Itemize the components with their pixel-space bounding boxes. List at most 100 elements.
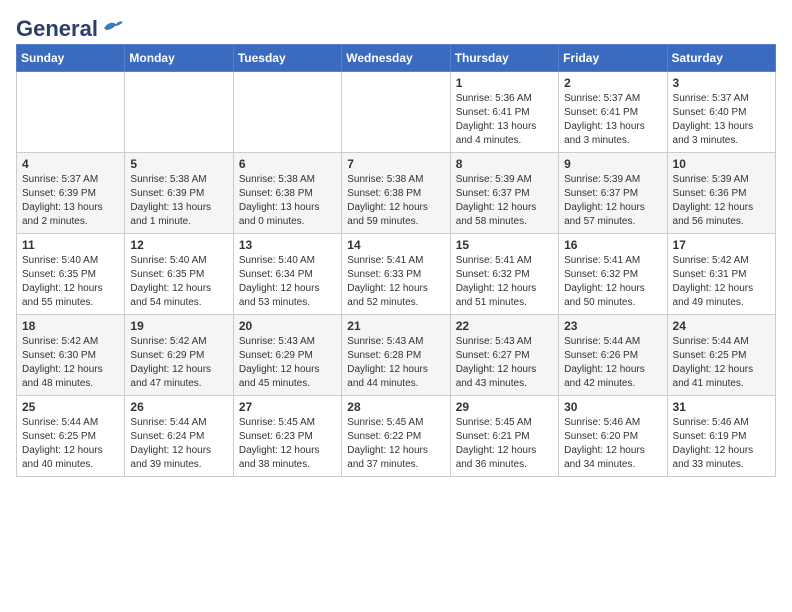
calendar-cell: 3 Sunrise: 5:37 AM Sunset: 6:40 PM Daylig… — [667, 72, 775, 153]
calendar-week-row: 18Sunrise: 5:42 AM Sunset: 6:30 PM Dayli… — [17, 315, 776, 396]
calendar-week-row: 1Sunrise: 5:36 AM Sunset: 6:41 PM Daylig… — [17, 72, 776, 153]
day-number: 12 — [130, 238, 227, 252]
calendar-cell — [17, 72, 125, 153]
calendar-cell: 21 Sunrise: 5:43 AM Sunset: 6:28 PM Dayli… — [342, 315, 450, 396]
day-info: Sunrise: 5:45 AM Sunset: 6:23 PM Dayligh… — [239, 416, 336, 472]
calendar-cell: 23 Sunrise: 5:44 AM Sunset: 6:26 PM Dayli… — [559, 315, 667, 396]
calendar-cell: 11Sunrise: 5:40 AM Sunset: 6:35 PM Dayli… — [17, 234, 125, 315]
calendar-week-row: 4 Sunrise: 5:37 AM Sunset: 6:39 PM Daylig… — [17, 153, 776, 234]
calendar-week-row: 11Sunrise: 5:40 AM Sunset: 6:35 PM Dayli… — [17, 234, 776, 315]
day-info: Sunrise: 5:46 AM Sunset: 6:20 PM Dayligh… — [564, 416, 661, 472]
day-number: 20 — [239, 319, 336, 333]
calendar-cell: 30 Sunrise: 5:46 AM Sunset: 6:20 PM Dayli… — [559, 396, 667, 477]
calendar-cell — [342, 72, 450, 153]
day-info: Sunrise: 5:42 AM Sunset: 6:31 PM Dayligh… — [673, 254, 770, 310]
calendar-cell: 29 Sunrise: 5:45 AM Sunset: 6:21 PM Dayli… — [450, 396, 558, 477]
calendar-cell — [233, 72, 341, 153]
calendar-cell: 5 Sunrise: 5:38 AM Sunset: 6:39 PM Daylig… — [125, 153, 233, 234]
day-number: 5 — [130, 157, 227, 171]
day-number: 7 — [347, 157, 444, 171]
day-info: Sunrise: 5:39 AM Sunset: 6:37 PM Dayligh… — [456, 173, 553, 229]
day-number: 10 — [673, 157, 770, 171]
calendar-cell: 14 Sunrise: 5:41 AM Sunset: 6:33 PM Dayli… — [342, 234, 450, 315]
calendar-cell: 9 Sunrise: 5:39 AM Sunset: 6:37 PM Daylig… — [559, 153, 667, 234]
calendar-cell: 19 Sunrise: 5:42 AM Sunset: 6:29 PM Dayli… — [125, 315, 233, 396]
calendar-week-row: 25Sunrise: 5:44 AM Sunset: 6:25 PM Dayli… — [17, 396, 776, 477]
weekday-header-thursday: Thursday — [450, 45, 558, 72]
day-info: Sunrise: 5:38 AM Sunset: 6:39 PM Dayligh… — [130, 173, 227, 229]
calendar-cell: 31 Sunrise: 5:46 AM Sunset: 6:19 PM Dayli… — [667, 396, 775, 477]
day-number: 13 — [239, 238, 336, 252]
day-info: Sunrise: 5:40 AM Sunset: 6:35 PM Dayligh… — [130, 254, 227, 310]
day-number: 23 — [564, 319, 661, 333]
calendar-cell: 25Sunrise: 5:44 AM Sunset: 6:25 PM Dayli… — [17, 396, 125, 477]
calendar-cell: 18Sunrise: 5:42 AM Sunset: 6:30 PM Dayli… — [17, 315, 125, 396]
weekday-header-sunday: Sunday — [17, 45, 125, 72]
day-info: Sunrise: 5:43 AM Sunset: 6:28 PM Dayligh… — [347, 335, 444, 391]
day-info: Sunrise: 5:36 AM Sunset: 6:41 PM Dayligh… — [456, 92, 553, 148]
day-number: 21 — [347, 319, 444, 333]
calendar-cell: 7 Sunrise: 5:38 AM Sunset: 6:38 PM Daylig… — [342, 153, 450, 234]
day-number: 22 — [456, 319, 553, 333]
day-number: 8 — [456, 157, 553, 171]
logo-bird-icon — [102, 18, 124, 36]
day-number: 6 — [239, 157, 336, 171]
day-number: 2 — [564, 76, 661, 90]
day-info: Sunrise: 5:43 AM Sunset: 6:29 PM Dayligh… — [239, 335, 336, 391]
calendar-cell: 27 Sunrise: 5:45 AM Sunset: 6:23 PM Dayli… — [233, 396, 341, 477]
day-info: Sunrise: 5:44 AM Sunset: 6:24 PM Dayligh… — [130, 416, 227, 472]
calendar-cell: 1Sunrise: 5:36 AM Sunset: 6:41 PM Daylig… — [450, 72, 558, 153]
day-number: 3 — [673, 76, 770, 90]
day-info: Sunrise: 5:37 AM Sunset: 6:40 PM Dayligh… — [673, 92, 770, 148]
day-number: 9 — [564, 157, 661, 171]
day-info: Sunrise: 5:37 AM Sunset: 6:39 PM Dayligh… — [22, 173, 119, 229]
day-number: 29 — [456, 400, 553, 414]
weekday-header-saturday: Saturday — [667, 45, 775, 72]
calendar-cell: 17Sunrise: 5:42 AM Sunset: 6:31 PM Dayli… — [667, 234, 775, 315]
day-number: 30 — [564, 400, 661, 414]
weekday-header-row: SundayMondayTuesdayWednesdayThursdayFrid… — [17, 45, 776, 72]
calendar-cell: 15 Sunrise: 5:41 AM Sunset: 6:32 PM Dayli… — [450, 234, 558, 315]
page-header: General — [16, 16, 776, 36]
calendar-cell: 26 Sunrise: 5:44 AM Sunset: 6:24 PM Dayli… — [125, 396, 233, 477]
day-info: Sunrise: 5:44 AM Sunset: 6:25 PM Dayligh… — [673, 335, 770, 391]
day-number: 14 — [347, 238, 444, 252]
calendar-cell: 8 Sunrise: 5:39 AM Sunset: 6:37 PM Daylig… — [450, 153, 558, 234]
day-info: Sunrise: 5:39 AM Sunset: 6:37 PM Dayligh… — [564, 173, 661, 229]
day-number: 27 — [239, 400, 336, 414]
day-info: Sunrise: 5:42 AM Sunset: 6:29 PM Dayligh… — [130, 335, 227, 391]
calendar-cell: 12 Sunrise: 5:40 AM Sunset: 6:35 PM Dayli… — [125, 234, 233, 315]
calendar-cell — [125, 72, 233, 153]
calendar-cell: 28Sunrise: 5:45 AM Sunset: 6:22 PM Dayli… — [342, 396, 450, 477]
day-number: 25 — [22, 400, 119, 414]
day-info: Sunrise: 5:46 AM Sunset: 6:19 PM Dayligh… — [673, 416, 770, 472]
calendar-cell: 16Sunrise: 5:41 AM Sunset: 6:32 PM Dayli… — [559, 234, 667, 315]
day-number: 18 — [22, 319, 119, 333]
calendar-cell: 24 Sunrise: 5:44 AM Sunset: 6:25 PM Dayli… — [667, 315, 775, 396]
day-info: Sunrise: 5:41 AM Sunset: 6:33 PM Dayligh… — [347, 254, 444, 310]
day-info: Sunrise: 5:38 AM Sunset: 6:38 PM Dayligh… — [347, 173, 444, 229]
day-info: Sunrise: 5:41 AM Sunset: 6:32 PM Dayligh… — [456, 254, 553, 310]
day-info: Sunrise: 5:45 AM Sunset: 6:22 PM Dayligh… — [347, 416, 444, 472]
day-info: Sunrise: 5:37 AM Sunset: 6:41 PM Dayligh… — [564, 92, 661, 148]
calendar-cell: 2 Sunrise: 5:37 AM Sunset: 6:41 PM Daylig… — [559, 72, 667, 153]
day-number: 19 — [130, 319, 227, 333]
day-number: 31 — [673, 400, 770, 414]
day-info: Sunrise: 5:43 AM Sunset: 6:27 PM Dayligh… — [456, 335, 553, 391]
calendar-cell: 6 Sunrise: 5:38 AM Sunset: 6:38 PM Daylig… — [233, 153, 341, 234]
day-number: 15 — [456, 238, 553, 252]
day-info: Sunrise: 5:44 AM Sunset: 6:26 PM Dayligh… — [564, 335, 661, 391]
calendar-cell: 20 Sunrise: 5:43 AM Sunset: 6:29 PM Dayli… — [233, 315, 341, 396]
calendar-table: SundayMondayTuesdayWednesdayThursdayFrid… — [16, 44, 776, 477]
calendar-cell: 4 Sunrise: 5:37 AM Sunset: 6:39 PM Daylig… — [17, 153, 125, 234]
calendar-header: SundayMondayTuesdayWednesdayThursdayFrid… — [17, 45, 776, 72]
calendar-body: 1Sunrise: 5:36 AM Sunset: 6:41 PM Daylig… — [17, 72, 776, 477]
calendar-cell: 22 Sunrise: 5:43 AM Sunset: 6:27 PM Dayli… — [450, 315, 558, 396]
calendar-cell: 13Sunrise: 5:40 AM Sunset: 6:34 PM Dayli… — [233, 234, 341, 315]
day-number: 4 — [22, 157, 119, 171]
day-number: 26 — [130, 400, 227, 414]
day-info: Sunrise: 5:45 AM Sunset: 6:21 PM Dayligh… — [456, 416, 553, 472]
day-info: Sunrise: 5:38 AM Sunset: 6:38 PM Dayligh… — [239, 173, 336, 229]
weekday-header-friday: Friday — [559, 45, 667, 72]
day-number: 24 — [673, 319, 770, 333]
